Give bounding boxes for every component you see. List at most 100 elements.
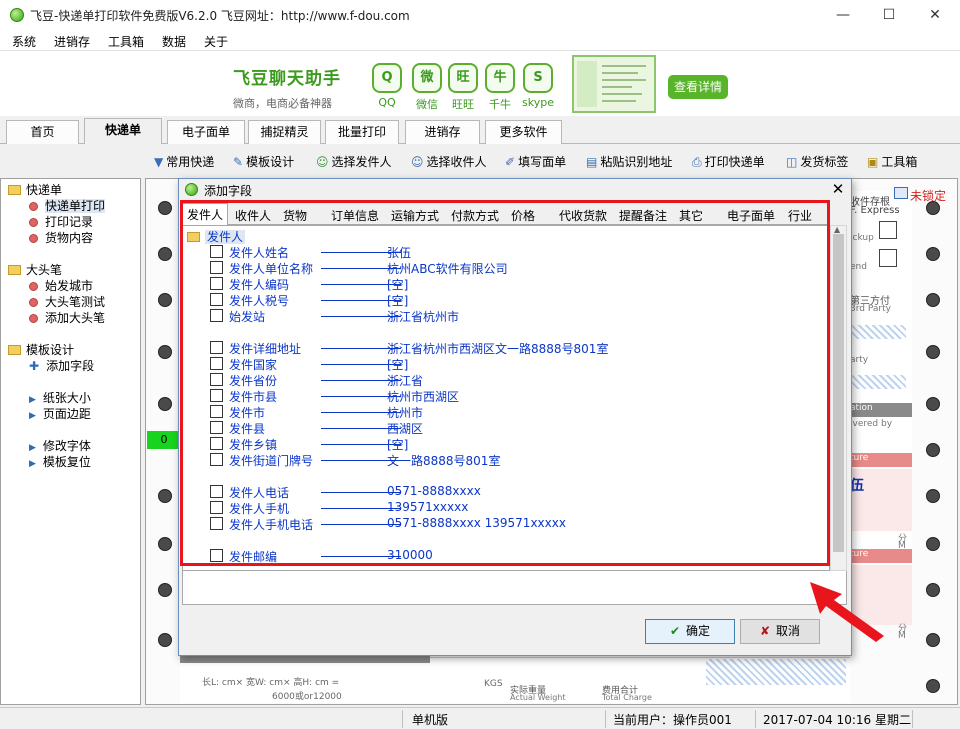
promo-banner: 飞豆聊天助手 微商，电商必备神器 Q QQ 微微信 旺旺旺 牛千牛 Sskype	[0, 50, 960, 116]
qq-icon: Q	[372, 63, 402, 93]
wechat-app[interactable]: 微微信	[407, 63, 447, 112]
bullet-icon	[29, 282, 38, 291]
form-text: M	[898, 631, 906, 641]
toolbar-label: 工具箱	[881, 155, 918, 169]
tree-item-label: 添加大头笔	[45, 311, 106, 325]
tab-more-software[interactable]: 更多软件	[485, 120, 562, 144]
tab-inventory[interactable]: 进销存	[405, 120, 480, 144]
bullet-icon	[29, 218, 38, 227]
scrollbar-thumb[interactable]	[833, 234, 844, 552]
paste-address-button[interactable]: ▤ 粘贴识别地址	[586, 153, 672, 170]
toolbox-button[interactable]: ▣ 工具箱	[867, 153, 917, 170]
ok-button[interactable]: ✔ 确定	[645, 619, 735, 644]
status-mode: 单机版	[412, 713, 449, 727]
toolbar-label: 模板设计	[246, 155, 295, 169]
plus-icon: ✚	[29, 359, 40, 373]
skype-app[interactable]: Sskype	[518, 63, 558, 109]
wangwang-label: 旺旺	[452, 98, 474, 111]
tab-express-waybill[interactable]: 快递单	[84, 118, 162, 145]
bullet-icon	[29, 234, 38, 243]
fill-waybill-button[interactable]: ✐ 填写面单	[505, 153, 566, 170]
form-text: F. Express	[850, 205, 900, 216]
main-tab-bar: 首页 快递单 电子面单 捕捉精灵 批量打印 进销存 更多软件	[0, 116, 960, 145]
tree-item-marker-test[interactable]: 大头笔测试	[29, 293, 105, 310]
tab-electronic-waybill[interactable]: 电子面单	[167, 120, 245, 144]
bullet-icon	[29, 314, 38, 323]
form-text: 3rd Party	[850, 304, 891, 314]
check-icon: ✔	[669, 624, 681, 638]
toolbar-label: 填写面单	[518, 155, 567, 169]
select-recipient-button[interactable]: ☺ 选择收件人	[411, 153, 487, 170]
menu-system[interactable]: 系统	[12, 33, 36, 50]
form-text: ture	[846, 549, 912, 563]
tree-item-page-margin[interactable]: ▶ 页面边距	[29, 405, 91, 422]
tree-item-paper-size[interactable]: ▶ 纸张大小	[29, 389, 91, 406]
shipping-label-button[interactable]: ◫ 发货标签	[786, 153, 848, 170]
status-datetime: 2017-07-04 10:16 星期二	[763, 713, 911, 727]
menu-data[interactable]: 数据	[162, 33, 186, 50]
tree-item-add-field[interactable]: ✚ 添加字段	[29, 357, 94, 374]
tree-group-marker-pen[interactable]: 大头笔	[8, 261, 62, 278]
toolbar-label: 常用快递	[166, 155, 215, 169]
tag-icon: ◫	[786, 155, 798, 169]
tree-group-label: 大头笔	[26, 263, 63, 277]
menu-about[interactable]: 关于	[204, 33, 228, 50]
tree-item-add-marker[interactable]: 添加大头笔	[29, 309, 105, 326]
wangwang-app[interactable]: 旺旺旺	[443, 63, 483, 112]
tree-item-goods[interactable]: 货物内容	[29, 229, 93, 246]
recipient-person-icon: ☺	[411, 155, 424, 169]
common-express-dropdown[interactable]: ▼ 常用快递	[154, 153, 214, 170]
wechat-icon: 微	[412, 63, 442, 93]
triangle-icon: ▶	[29, 443, 36, 453]
form-text: KGS	[484, 679, 503, 689]
qq-app[interactable]: Q QQ	[367, 63, 407, 109]
minimize-button[interactable]: —	[820, 0, 866, 30]
menu-inventory[interactable]: 进销存	[54, 33, 90, 50]
field-list-scrollbar[interactable]: ▲	[830, 225, 847, 571]
form-text: end	[850, 262, 867, 272]
window-title: 飞豆-快递单打印软件免费版V6.2.0 飞豆网址：http://www.f-do…	[30, 9, 410, 23]
position-marker[interactable]: 0	[147, 431, 181, 449]
print-waybill-button[interactable]: ⎙ 打印快递单	[692, 153, 765, 170]
tree-group-template-design[interactable]: 模板设计	[8, 341, 74, 358]
status-user: 当前用户：操作员001	[613, 713, 732, 727]
toolbar-label: 发货标签	[800, 155, 849, 169]
template-design-button[interactable]: ✎ 模板设计	[233, 153, 294, 170]
tree-item-label: 始发城市	[45, 279, 94, 293]
scroll-up-icon[interactable]: ▲	[834, 225, 840, 234]
toolbar-label: 选择收件人	[426, 155, 487, 169]
tree-item-font[interactable]: ▶ 修改字体	[29, 437, 91, 454]
close-button[interactable]: ✕	[912, 0, 958, 30]
select-sender-button[interactable]: ☺ 选择发件人	[316, 153, 392, 170]
cancel-label: 取消	[776, 624, 801, 638]
tree-item-origin-city[interactable]: 始发城市	[29, 277, 93, 294]
bullet-icon	[29, 298, 38, 307]
menu-bar: 系统 进销存 工具箱 数据 关于	[0, 30, 960, 50]
view-details-button[interactable]: 查看详情	[668, 75, 728, 99]
tree-item-print-records[interactable]: 打印记录	[29, 213, 93, 230]
tree-item-label: 页面边距	[42, 407, 91, 421]
ok-label: 确定	[686, 624, 711, 638]
lock-status-label[interactable]: 未锁定	[910, 187, 946, 204]
tree-group-express[interactable]: 快递单	[8, 181, 62, 198]
tree-item-express-print[interactable]: 快递单打印	[29, 197, 106, 214]
menu-toolbox[interactable]: 工具箱	[108, 33, 144, 50]
status-bar: 单机版 当前用户：操作员001 2017-07-04 10:16 星期二	[0, 707, 960, 729]
tree-item-label: 修改字体	[42, 439, 91, 453]
dialog-close-button[interactable]: ✕	[827, 179, 849, 199]
app-logo-icon	[10, 8, 24, 22]
qianniu-app[interactable]: 牛千牛	[480, 63, 520, 112]
tree-item-label: 大头笔测试	[45, 295, 106, 309]
annotation-arrow-icon	[810, 582, 884, 642]
tab-home[interactable]: 首页	[6, 120, 79, 144]
triangle-icon: ▶	[29, 459, 36, 469]
maximize-button[interactable]: ☐	[866, 0, 912, 30]
tree-item-template-reset[interactable]: ▶ 模板复位	[29, 453, 91, 470]
pen-icon: ✐	[505, 155, 516, 169]
tab-capture-wizard[interactable]: 捕捉精灵	[248, 120, 321, 144]
toolbar-label: 粘贴识别地址	[600, 155, 673, 169]
app-logo-icon	[185, 183, 198, 196]
highlight-box	[180, 200, 830, 566]
tab-batch-print[interactable]: 批量打印	[325, 120, 399, 144]
dialog-title: 添加字段	[204, 184, 253, 198]
